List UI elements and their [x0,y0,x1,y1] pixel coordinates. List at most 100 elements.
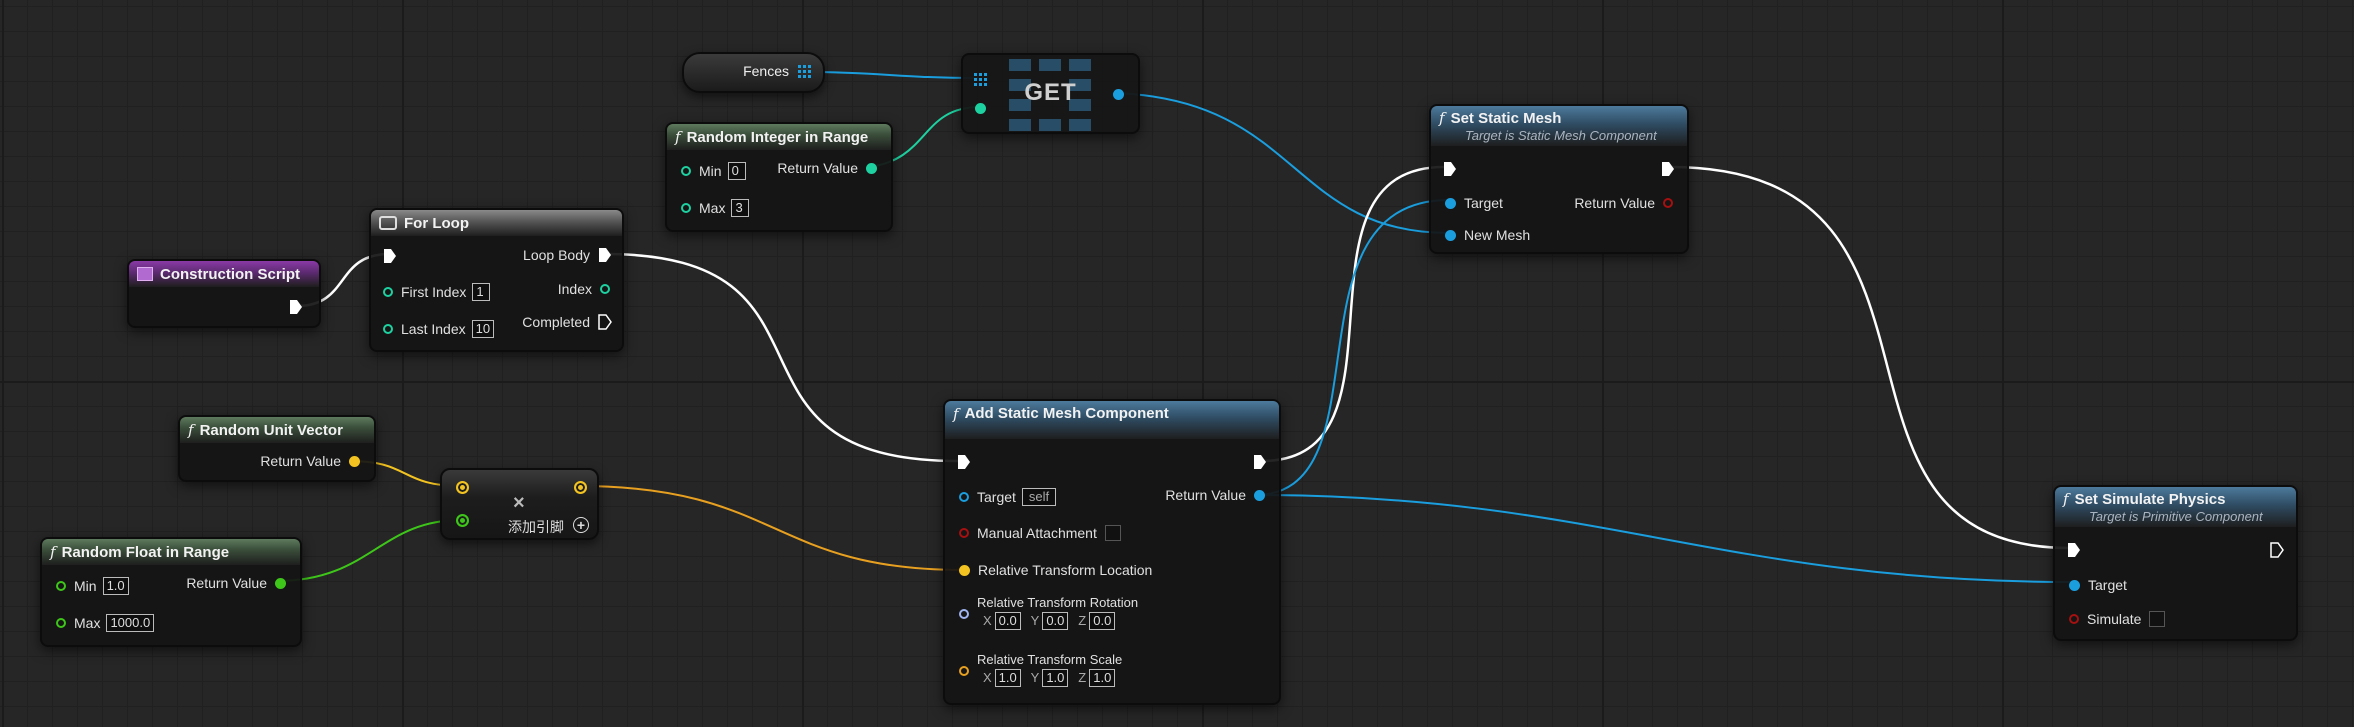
last-index-pin[interactable] [383,324,393,334]
exec-input-pin[interactable] [383,248,397,264]
target-pin[interactable] [1445,197,1456,209]
completed-row: Completed [522,314,612,330]
exec-output-pin[interactable] [1661,161,1675,177]
return-pin[interactable] [349,455,360,467]
first-index-pin[interactable] [383,287,393,297]
set-static-mesh-node[interactable]: f Set Static Mesh Target is Static Mesh C… [1429,104,1689,254]
target-label: Target [2088,577,2127,593]
vector-input-pin[interactable] [456,481,469,494]
exec-input-pin[interactable] [1443,161,1457,177]
completed-label: Completed [522,314,590,330]
new-mesh-pin[interactable] [1445,229,1456,241]
last-index-label: Last Index [401,321,466,337]
location-label: Relative Transform Location [978,562,1153,578]
min-pin[interactable] [681,166,691,176]
exec-output-pin[interactable] [2270,542,2284,558]
node-header: f Random Unit Vector [180,417,374,443]
wire-setmesh-to-physics [1669,165,2071,550]
return-pin[interactable] [1254,489,1265,501]
index-output-pin[interactable] [600,284,610,294]
loop-icon [379,216,397,230]
completed-exec-pin[interactable] [598,314,612,330]
return-label: Return Value [1165,487,1246,503]
float-input-pin[interactable] [456,514,469,527]
rotation-z-input[interactable]: 0.0 [1089,612,1116,630]
construction-script-node[interactable]: Construction Script [127,259,321,328]
exec-input-pin[interactable] [2067,542,2081,558]
array-grid-icon[interactable] [798,65,812,79]
exec-output-pin[interactable] [1253,454,1267,470]
max-pin[interactable] [56,618,66,628]
new-mesh-row: New Mesh [1445,227,1530,243]
max-pin[interactable] [681,203,691,213]
random-float-node[interactable]: f Random Float in Range Min 1.0 Max 1000.… [40,537,302,647]
item-output-pin[interactable] [1113,89,1124,100]
add-pin-label[interactable]: 添加引脚 [508,517,564,537]
loop-body-exec-pin[interactable] [598,247,612,263]
return-pin[interactable] [1663,198,1673,208]
node-title: Random Unit Vector [199,421,343,439]
scale-y-label: Y [1030,670,1040,685]
node-header: f Random Integer in Range [667,124,891,150]
rotation-y-input[interactable]: 0.0 [1042,612,1069,630]
first-index-row: First Index 1 [383,283,491,301]
array-get-node[interactable]: GET [961,53,1140,134]
simulate-pin[interactable] [2069,614,2079,624]
set-simulate-physics-node[interactable]: f Set Simulate Physics Target is Primitiv… [2053,485,2298,641]
fences-variable-node[interactable]: Fences [682,52,825,93]
manual-attachment-checkbox[interactable] [1104,525,1121,541]
result-output-pin[interactable] [574,481,587,494]
fences-label: Fences [743,63,789,79]
return-label: Return Value [1574,195,1655,211]
scale-z-input[interactable]: 1.0 [1089,669,1116,687]
max-input[interactable]: 1000.0 [106,614,155,632]
min-row: Min 0 [681,162,746,180]
target-pin[interactable] [2069,579,2080,591]
node-header: f Random Float in Range [42,539,300,565]
target-pin[interactable] [959,492,969,502]
scale-x-label: X [983,670,992,685]
for-loop-node[interactable]: For Loop First Index 1 Last Index 10 Loo… [369,208,624,352]
exec-output-pin[interactable] [289,299,303,315]
random-unit-vector-node[interactable]: f Random Unit Vector Return Value [178,415,376,482]
rotation-x-input[interactable]: 0.0 [994,612,1021,630]
min-input[interactable]: 1.0 [102,577,129,595]
first-index-input[interactable]: 1 [472,283,491,301]
manual-attachment-pin[interactable] [959,528,969,538]
node-header: f Set Simulate Physics Target is Primitiv… [2055,487,2296,527]
node-title: For Loop [404,214,469,232]
target-input[interactable]: self [1021,488,1057,506]
rotation-pin[interactable] [959,609,969,619]
last-index-input[interactable]: 10 [471,320,495,338]
scale-z-label: Z [1078,670,1087,685]
wire-float-to-multiply [276,519,462,582]
add-pin-icon[interactable]: + [573,517,589,533]
wire-return-to-target [1254,199,1450,496]
multiply-node[interactable]: × 添加引脚 + [440,468,599,540]
return-pin[interactable] [866,162,877,174]
location-pin[interactable] [959,564,970,576]
return-row: Return Value [186,575,286,591]
min-input[interactable]: 0 [727,162,746,180]
node-title: Random Integer in Range [686,128,869,146]
max-input[interactable]: 3 [731,199,750,217]
add-static-mesh-component-node[interactable]: f Add Static Mesh Component Target self R… [943,399,1281,705]
scale-pin[interactable] [959,666,969,676]
array-input-pin[interactable] [974,73,988,87]
node-header: f Add Static Mesh Component [945,401,1279,439]
target-row: Target self [959,488,1057,506]
scale-y-input[interactable]: 1.0 [1042,669,1069,687]
target-row: Target [1445,195,1503,211]
max-label: Max [699,200,726,216]
random-integer-node[interactable]: f Random Integer in Range Min 0 Max 3 Ret… [665,122,893,232]
min-pin[interactable] [56,581,66,591]
simulate-checkbox[interactable] [2149,611,2166,627]
return-pin[interactable] [275,577,286,589]
scale-label: Relative Transform Scale [977,652,1123,667]
node-title: Add Static Mesh Component [964,405,1169,422]
exec-input-pin[interactable] [957,454,971,470]
index-input-pin[interactable] [975,103,986,114]
rotation-label: Relative Transform Rotation [977,595,1139,610]
scale-x-input[interactable]: 1.0 [994,669,1021,687]
multiply-icon: × [513,492,525,514]
